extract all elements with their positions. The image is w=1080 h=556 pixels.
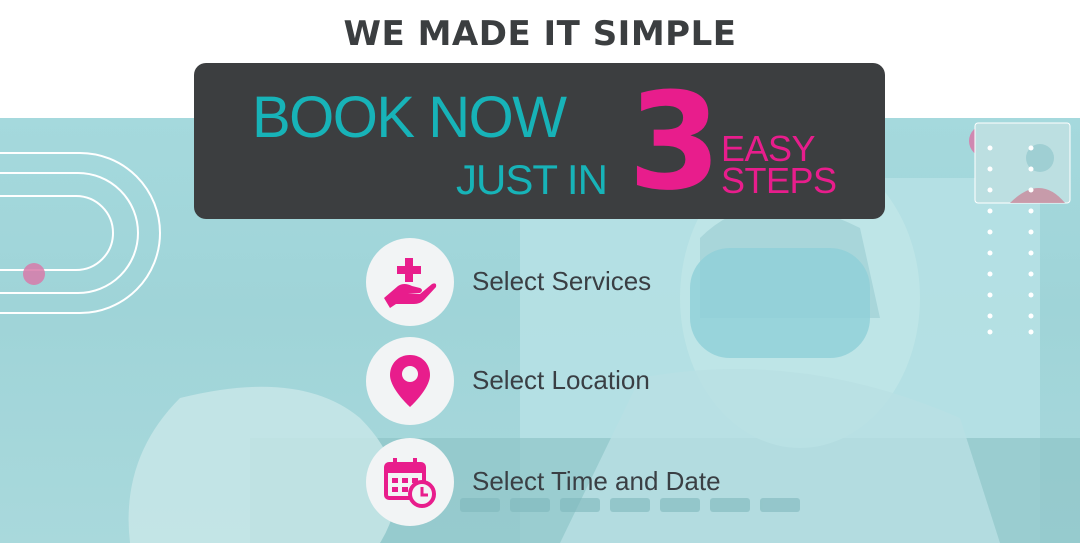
step-icon-circle	[366, 238, 454, 326]
step-select-time-date[interactable]: Select Time and Date	[366, 438, 826, 526]
step-icon-circle	[366, 337, 454, 425]
headline-banner: BOOK NOW JUST IN 3 EASY STEPS	[194, 63, 885, 219]
hand-plus-icon	[384, 258, 437, 308]
bottom-strip	[0, 543, 1080, 556]
headline-just-in: JUST IN	[456, 156, 608, 203]
headline-book-now: BOOK NOW	[252, 85, 567, 150]
step-label: Select Services	[472, 266, 652, 296]
step-select-services[interactable]: Select Services	[366, 238, 826, 326]
step-icon-circle	[366, 438, 454, 526]
step-label: Select Location	[472, 365, 650, 395]
location-pin-icon	[390, 355, 430, 407]
page-title: WE MADE IT SIMPLE	[343, 14, 737, 54]
step-label: Select Time and Date	[472, 466, 721, 496]
step-select-location[interactable]: Select Location	[366, 337, 826, 425]
headline-steps: STEPS	[721, 160, 837, 201]
calendar-clock-icon	[384, 458, 436, 508]
headline-number: 3	[628, 64, 722, 220]
